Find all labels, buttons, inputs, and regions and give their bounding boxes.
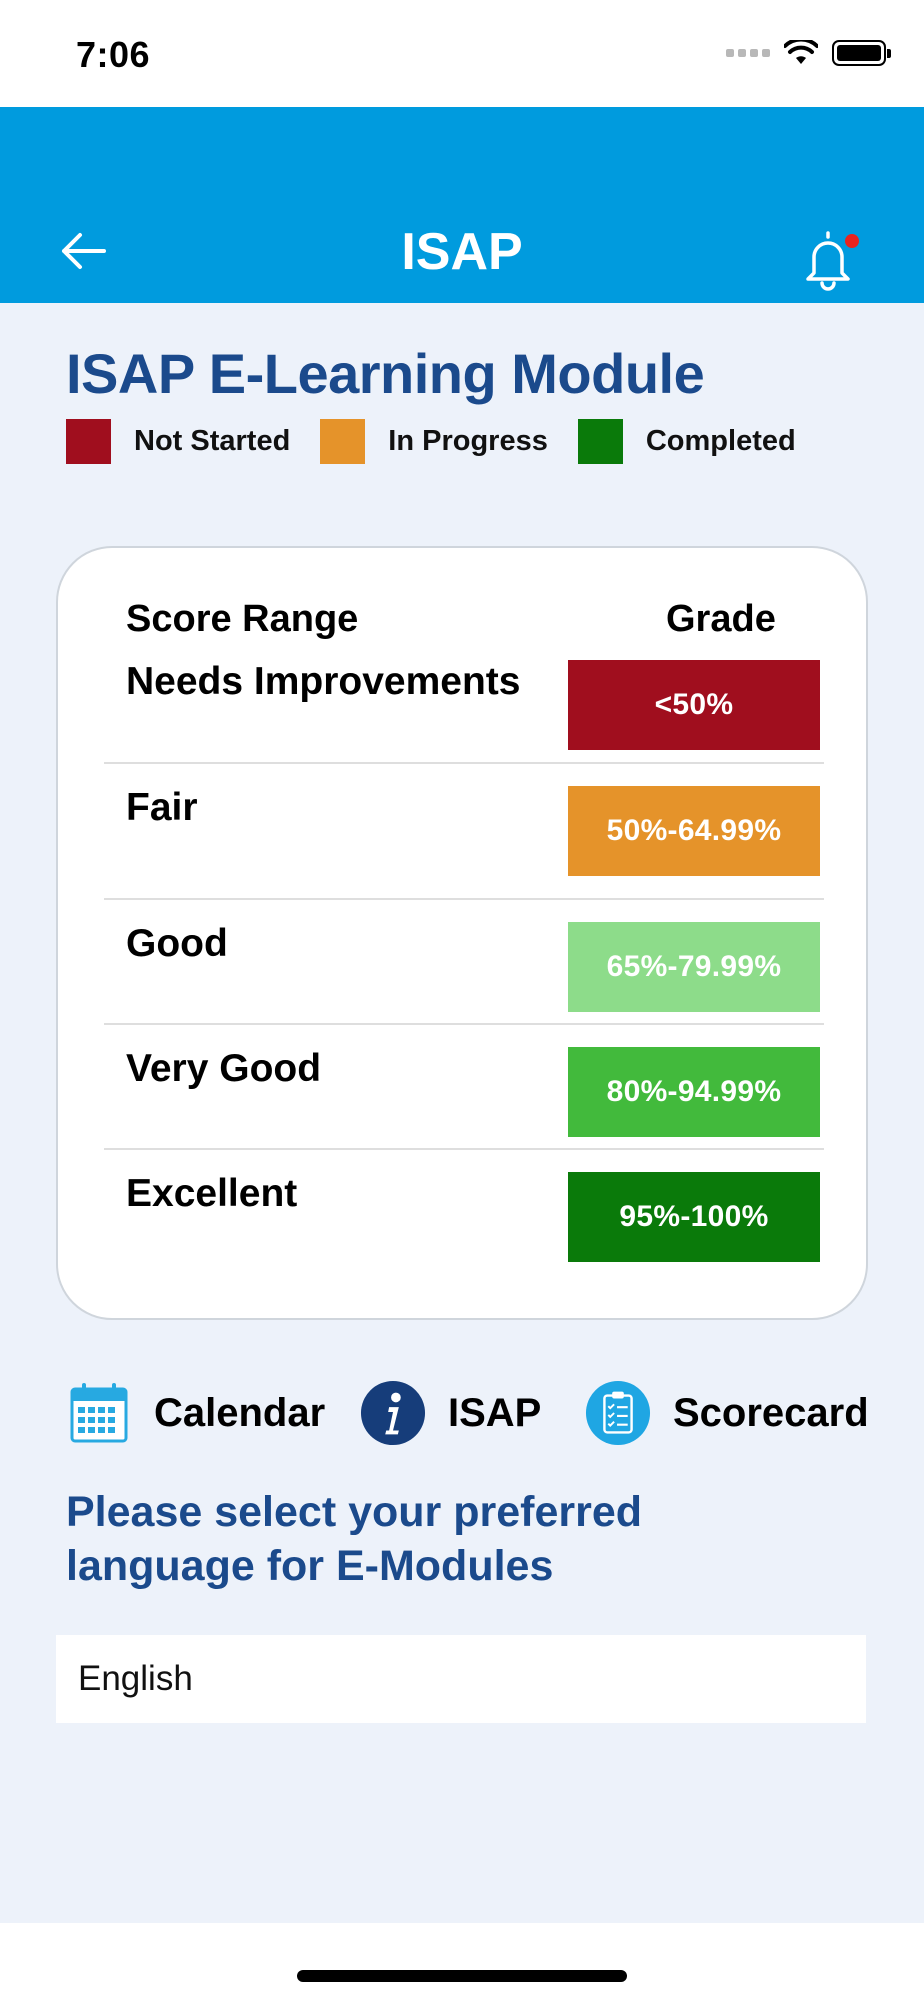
legend-swatch-not-started [66, 419, 111, 464]
row-divider [104, 1023, 824, 1025]
grade-table-header: Score Range Grade [58, 598, 866, 648]
legend-item-completed: Completed [577, 419, 796, 464]
shortcut-bar: Calendar ISAP Scorecard [0, 1380, 924, 1460]
grade-badge: 95%-100% [568, 1172, 820, 1262]
app-header: ISAP [0, 107, 924, 303]
notifications-button[interactable] [800, 227, 864, 291]
home-indicator[interactable] [297, 1970, 627, 1982]
status-bar: 7:06 [0, 0, 924, 107]
language-prompt: Please select your preferred language fo… [66, 1488, 643, 1590]
grade-row-needs-improvements: Needs Improvements <50% [104, 660, 824, 750]
grade-row-very-good: Very Good 80%-94.99% [104, 1047, 824, 1137]
isap-shortcut[interactable]: ISAP [360, 1380, 541, 1446]
clipboard-icon [585, 1380, 651, 1446]
row-divider [104, 762, 824, 764]
cellular-signal-icon [726, 49, 770, 57]
legend-label: Not Started [134, 425, 291, 457]
legend-swatch-completed [577, 419, 623, 464]
wifi-icon [784, 40, 818, 64]
grade-row-label: Needs Improvements [126, 660, 521, 703]
grade-row-label: Fair [126, 786, 198, 829]
row-divider [104, 1148, 824, 1150]
module-title: ISAP E-Learning Module [66, 342, 705, 405]
language-selected-value: English [78, 1659, 193, 1698]
legend-item-in-progress: In Progress [320, 419, 548, 464]
content-area: ISAP E-Learning Module Not Started In Pr… [0, 303, 924, 1923]
page-title: ISAP [401, 223, 523, 281]
calendar-shortcut[interactable]: Calendar [66, 1380, 325, 1446]
score-range-header: Score Range [126, 598, 359, 640]
bell-icon [806, 231, 859, 291]
grade-badge: 65%-79.99% [568, 922, 820, 1012]
calendar-icon [66, 1380, 132, 1446]
legend-item-not-started: Not Started [66, 419, 290, 464]
legend-label: In Progress [388, 425, 548, 457]
grade-card: Score Range Grade Needs Improvements <50… [56, 546, 868, 1320]
legend-label: Completed [645, 425, 796, 457]
grade-row-label: Excellent [126, 1172, 298, 1215]
status-legend: Not Started In Progress Completed [66, 419, 826, 464]
grade-row-label: Good [126, 922, 228, 965]
isap-label: ISAP [448, 1390, 542, 1435]
language-select[interactable]: English [56, 1635, 866, 1723]
status-time: 7:06 [76, 34, 151, 75]
grade-row-excellent: Excellent 95%-100% [104, 1172, 824, 1262]
grade-badge: <50% [568, 660, 820, 750]
grade-badge: 80%-94.99% [568, 1047, 820, 1137]
grade-badge: 50%-64.99% [568, 786, 820, 876]
grade-row-fair: Fair 50%-64.99% [104, 786, 824, 876]
grade-row-good: Good 65%-79.99% [104, 922, 824, 1012]
battery-icon [832, 40, 891, 66]
grade-header: Grade [666, 598, 776, 640]
scorecard-label: Scorecard [673, 1390, 869, 1435]
grade-row-label: Very Good [126, 1047, 322, 1090]
scorecard-shortcut[interactable]: Scorecard [585, 1380, 869, 1446]
legend-swatch-in-progress [320, 419, 366, 464]
status-icons [726, 40, 891, 66]
row-divider [104, 898, 824, 900]
calendar-label: Calendar [154, 1390, 326, 1435]
info-icon [360, 1380, 426, 1446]
